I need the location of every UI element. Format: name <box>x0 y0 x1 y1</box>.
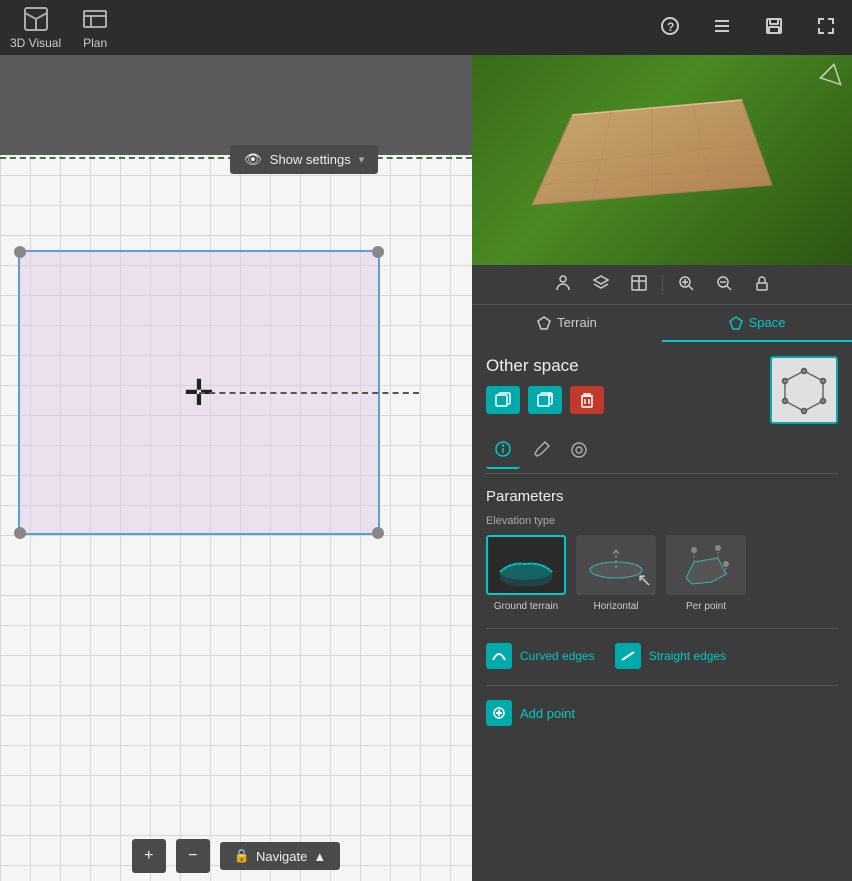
3d-visual-button[interactable]: 3D Visual <box>10 5 61 50</box>
ground-terrain-box[interactable] <box>486 535 566 595</box>
action-row <box>486 386 770 414</box>
canvas-top-grey <box>0 55 472 155</box>
zoom-in-icon-btn[interactable] <box>671 270 701 299</box>
elevation-type-label: Elevation type <box>486 515 838 527</box>
curved-edges-icon <box>486 643 512 669</box>
sub-tab-paint[interactable] <box>562 436 596 469</box>
main-area: 👁 Show settings ▾ ✛ + − 🔒 Navigate ▲ <box>0 55 852 881</box>
delete-button[interactable] <box>570 386 604 414</box>
fullscreen-icon-btn[interactable] <box>810 12 842 43</box>
eye-icon: 👁 <box>244 151 262 168</box>
panel-header: Other space <box>486 356 838 424</box>
elevation-horizontal[interactable]: ↖ Horizontal <box>576 535 656 612</box>
list-icon-btn[interactable] <box>706 12 738 43</box>
ground-terrain-label: Ground terrain <box>494 601 558 612</box>
lock-icon-btn[interactable] <box>747 270 777 299</box>
top-bar: 3D Visual Plan ? <box>0 0 852 55</box>
show-settings-label: Show settings <box>270 152 351 167</box>
3d-view: ▷ <box>472 55 852 265</box>
sub-tabs <box>486 436 838 474</box>
horizontal-label: Horizontal <box>593 601 638 612</box>
elevation-ground-terrain[interactable]: Ground terrain <box>486 535 566 612</box>
tab-space[interactable]: Space <box>662 305 852 342</box>
navigate-chevron: ▲ <box>313 849 326 864</box>
divider-1 <box>486 628 838 629</box>
tab-space-label: Space <box>749 315 786 330</box>
show-settings-button[interactable]: 👁 Show settings ▾ <box>230 145 378 174</box>
navigate-button[interactable]: 🔒 Navigate ▲ <box>220 842 340 870</box>
straight-edges-label: Straight edges <box>649 649 726 663</box>
add-point-button[interactable]: Add point <box>486 696 575 730</box>
navigate-label: Navigate <box>256 849 307 864</box>
icon-bar <box>472 265 852 305</box>
cursor-indicator: ↖ <box>637 570 652 591</box>
lock-icon: 🔒 <box>234 848 250 864</box>
panel-content: Other space <box>472 342 852 881</box>
person-icon-btn[interactable] <box>548 270 578 299</box>
handle-tl[interactable] <box>14 246 26 258</box>
space-thumbnail <box>770 356 838 424</box>
tab-terrain-label: Terrain <box>557 315 597 330</box>
save-icon-btn[interactable] <box>758 12 790 43</box>
copy-flat-button[interactable] <box>486 386 520 414</box>
parameters-title: Parameters <box>486 488 838 505</box>
terrain-shape <box>512 85 802 240</box>
per-point-box[interactable] <box>666 535 746 595</box>
handle-bl[interactable] <box>14 527 26 539</box>
per-point-label: Per point <box>686 601 726 612</box>
edge-row: Curved edges Straight edges <box>486 639 838 673</box>
curved-edges-label: Curved edges <box>520 649 595 663</box>
zoom-out-button[interactable]: − <box>176 839 210 873</box>
dashed-connector <box>199 392 419 394</box>
add-point-icon <box>486 700 512 726</box>
handle-tr[interactable] <box>372 246 384 258</box>
icon-bar-separator <box>662 275 663 295</box>
copy-up-button[interactable] <box>528 386 562 414</box>
panel-title: Other space <box>486 356 770 376</box>
tab-terrain[interactable]: Terrain <box>472 305 662 342</box>
chevron-down-icon: ▾ <box>359 153 365 166</box>
plan-button[interactable]: Plan <box>81 5 109 50</box>
elevation-per-point[interactable]: Per point <box>666 535 746 612</box>
straight-edges-button[interactable]: Straight edges <box>615 639 726 673</box>
straight-edges-icon <box>615 643 641 669</box>
svg-text:?: ? <box>667 20 674 34</box>
handle-br[interactable] <box>372 527 384 539</box>
elevation-options: Ground terrain <box>486 535 838 612</box>
zoom-out-icon-btn[interactable] <box>709 270 739 299</box>
plan-label: Plan <box>83 36 107 50</box>
help-icon-btn[interactable]: ? <box>654 12 686 43</box>
tabs: Terrain Space <box>472 305 852 342</box>
table-icon-btn[interactable] <box>624 270 654 299</box>
sub-tab-edit[interactable] <box>524 436 558 469</box>
horizontal-box[interactable]: ↖ <box>576 535 656 595</box>
sub-tab-info[interactable] <box>486 436 520 469</box>
canvas-area: 👁 Show settings ▾ ✛ + − 🔒 Navigate ▲ <box>0 55 472 881</box>
right-panel: ▷ <box>472 55 852 881</box>
add-point-label: Add point <box>520 706 575 721</box>
3d-visual-label: 3D Visual <box>10 36 61 50</box>
curved-edges-button[interactable]: Curved edges <box>486 639 595 673</box>
canvas-bottom-bar: + − 🔒 Navigate ▲ <box>0 831 472 881</box>
layers-icon-btn[interactable] <box>586 270 616 299</box>
zoom-in-button[interactable]: + <box>132 839 166 873</box>
divider-2 <box>486 685 838 686</box>
